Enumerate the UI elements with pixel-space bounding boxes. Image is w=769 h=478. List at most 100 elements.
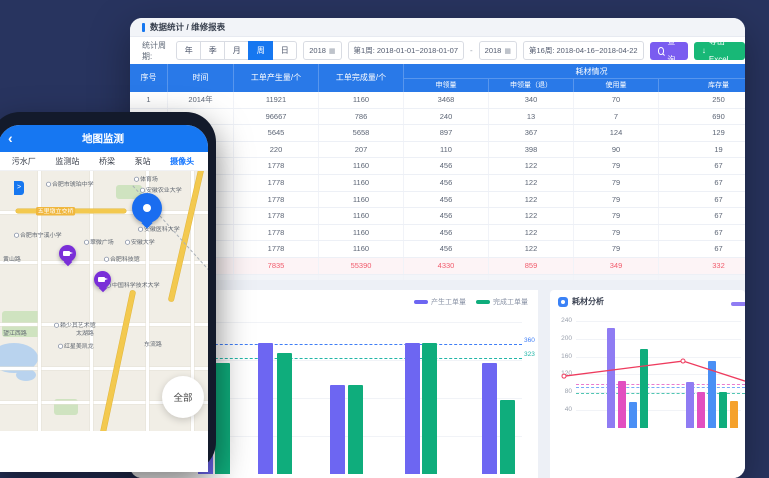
period-label: 统计周期:: [142, 40, 170, 62]
consumable-bar: [618, 381, 626, 428]
total-value: 55390: [319, 258, 404, 274]
cell-value: 67: [659, 208, 745, 224]
cell-value: 67: [659, 241, 745, 257]
map-lake: [16, 369, 36, 381]
year-from-select[interactable]: 2018▦: [303, 41, 341, 60]
cell-value: 456: [404, 175, 489, 191]
table-row: 12014年119211160346834070250: [130, 92, 745, 109]
cell-value: 122: [489, 225, 574, 241]
consumable-bar: [607, 328, 615, 428]
sub-col-header: 库存量: [659, 79, 745, 93]
cell-value: 110: [404, 142, 489, 158]
period-segment: 年季月周日: [176, 41, 297, 60]
gridline: [576, 321, 741, 322]
cell-value: 5645: [234, 125, 319, 141]
cell-value: 456: [404, 241, 489, 257]
breadcrumb: 数据统计 / 维修报表: [150, 21, 225, 33]
gridline: [576, 410, 741, 411]
table-row: 177811604561227967: [130, 225, 745, 242]
cell-value: 220: [234, 142, 319, 158]
cell-value: 1160: [319, 175, 404, 191]
cell-value: 367: [489, 125, 574, 141]
week-from-select[interactable]: 第1周: 2018-01-01~2018-01-07: [348, 41, 464, 60]
y-axis-tick: 120: [552, 370, 572, 377]
cell-value: 690: [659, 109, 745, 125]
cell-value: 67: [659, 175, 745, 191]
range-separator: -: [470, 46, 473, 55]
cell-value: 19: [659, 142, 745, 158]
map-expander-button[interactable]: >: [14, 181, 24, 195]
year-to-select[interactable]: 2018▦: [479, 41, 517, 60]
week-to-value: 第16周: 2018-04-16~2018-04-22: [529, 46, 638, 55]
period-option-季[interactable]: 季: [200, 41, 225, 60]
cell-value: 79: [574, 208, 659, 224]
phone-mockup: ‹ 地图监测 污水厂监测站桥梁泵站摄像头 合肥市琥珀中学体育场安徽农业大学五里墩…: [0, 112, 216, 472]
cell-value: 786: [319, 109, 404, 125]
map-view[interactable]: 合肥市琥珀中学体育场安徽农业大学五里墩立交桥安徽医科大学合肥市宁溪小学翠微广场安…: [0, 171, 208, 431]
tab-监测站[interactable]: 监测站: [55, 156, 79, 167]
camera-icon: [63, 251, 70, 256]
reference-line: [576, 384, 745, 385]
period-option-年[interactable]: 年: [176, 41, 201, 60]
total-value: 332: [659, 258, 745, 274]
page: { "colors":{ "page_bg":"#28345f","accent…: [0, 0, 769, 420]
week-to-select[interactable]: 第16周: 2018-04-16~2018-04-22: [523, 41, 644, 60]
total-value: 349: [574, 258, 659, 274]
cell-value: 79: [574, 158, 659, 174]
map-label: 翠微广场: [84, 238, 114, 247]
cell-value: 456: [404, 192, 489, 208]
selected-camera-pin[interactable]: [132, 193, 162, 223]
cell-value: 122: [489, 175, 574, 191]
cell-value: 456: [404, 158, 489, 174]
cell-value: 11921: [234, 92, 319, 108]
cell-value: 129: [659, 125, 745, 141]
bar-generated: [482, 363, 497, 474]
legend-item: 完成工单量: [476, 297, 528, 307]
col-header: 工单完成量/个: [319, 64, 404, 92]
legend-swatch: [414, 300, 428, 304]
period-option-日[interactable]: 日: [272, 41, 297, 60]
export-excel-button[interactable]: ↓ 导出Excel: [694, 42, 745, 60]
camera-pin[interactable]: [59, 245, 76, 262]
cell-value: 1160: [319, 192, 404, 208]
table-row: 177811604561227967: [130, 192, 745, 209]
back-icon[interactable]: ‹: [8, 125, 13, 152]
tab-污水厂[interactable]: 污水厂: [12, 156, 36, 167]
reference-line: [576, 387, 745, 388]
table-header: 序号时间工单产生量/个工单完成量/个耗材情况申领量申领量（退）使用量库存量: [130, 64, 745, 92]
map-label: 黄山路: [3, 255, 21, 264]
cell-value: 79: [574, 192, 659, 208]
cell-value: 90: [574, 142, 659, 158]
bar-completed: [348, 385, 363, 474]
all-filter-button[interactable]: 全部: [162, 376, 204, 418]
period-option-周[interactable]: 周: [248, 41, 273, 60]
map-label: 五里墩立交桥: [36, 207, 75, 216]
consumable-bar: [686, 382, 694, 427]
tab-摄像头[interactable]: 摄像头: [170, 156, 194, 167]
period-option-月[interactable]: 月: [224, 41, 249, 60]
consumable-bar: [719, 392, 727, 428]
y-axis-tick: 80: [552, 388, 572, 395]
phone-tab-bar: 污水厂 监测站 桥梁 泵站 摄像头: [0, 152, 208, 171]
table-row: 177811604561227967: [130, 208, 745, 225]
sub-col-header: 申领量: [404, 79, 489, 93]
dashboard-card: 数据统计 / 维修报表 统计周期: 年季月周日 2018▦ 第1周: 2018-…: [130, 18, 745, 478]
tab-桥梁[interactable]: 桥梁: [99, 156, 115, 167]
breadcrumb-tick: [142, 23, 145, 32]
consumable-chart-title: 耗材分析: [558, 296, 604, 307]
consumable-chart-title-text: 耗材分析: [572, 296, 604, 307]
tab-泵站[interactable]: 泵站: [135, 156, 151, 167]
consumable-bar: [708, 361, 716, 428]
sub-col-header: 使用量: [574, 79, 659, 93]
cell-value: 398: [489, 142, 574, 158]
legend-partial-swatch: [731, 302, 745, 306]
group-header-label: 耗材情况: [404, 64, 745, 79]
filter-bar: 统计周期: 年季月周日 2018▦ 第1周: 2018-01-01~2018-0…: [130, 37, 745, 64]
bar-completed: [277, 353, 292, 474]
table-body: 12014年1192111603468340702509666778624013…: [130, 92, 745, 292]
query-button[interactable]: 查询: [650, 42, 688, 60]
cell-value: 1160: [319, 225, 404, 241]
cell-value: 122: [489, 241, 574, 257]
camera-pin[interactable]: [94, 271, 111, 288]
map-label: 合肥市宁溪小学: [14, 231, 62, 240]
